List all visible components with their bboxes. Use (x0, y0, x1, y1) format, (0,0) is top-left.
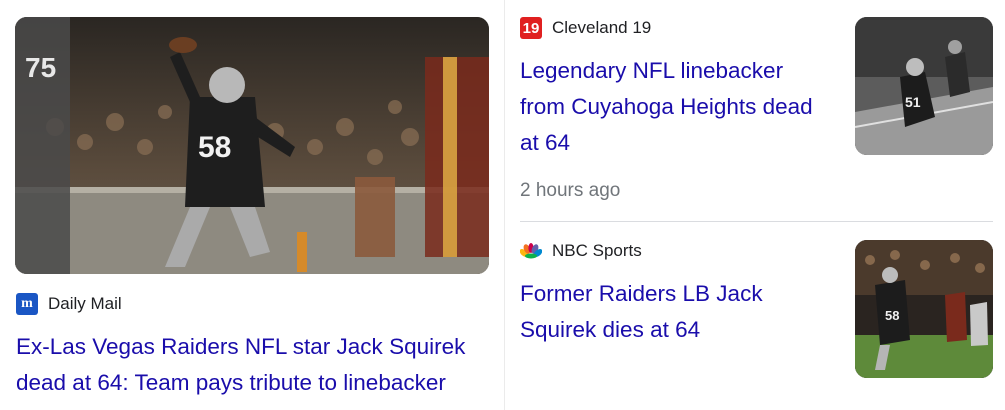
jersey-number: 58 (198, 131, 231, 164)
daily-mail-logo-icon: m (16, 293, 38, 315)
article-title-cleveland-19[interactable]: Legendary NFL linebacker from Cuyahoga H… (520, 53, 820, 161)
article-timestamp: 2 hours ago (520, 180, 621, 201)
article-image-nbc-sports[interactable]: 58 (855, 240, 993, 378)
source-daily-mail: m Daily Mail (16, 293, 122, 315)
source-nbc-sports: NBC Sports (520, 240, 642, 262)
article-card-daily-mail[interactable]: 75 58 m Daily Mail Ex-Las Vegas Raiders … (0, 0, 504, 410)
article-card-cleveland-19[interactable]: 19 Cleveland 19 Legendary NFL linebacker… (505, 0, 1005, 221)
source-name: Cleveland 19 (552, 18, 652, 37)
source-name: Daily Mail (48, 294, 122, 313)
jersey-number: 58 (885, 308, 899, 323)
article-image-cleveland-19[interactable]: 51 (855, 17, 993, 155)
source-cleveland-19: 19 Cleveland 19 (520, 17, 651, 39)
article-image-daily-mail[interactable]: 75 58 (15, 17, 489, 274)
svg-text:75: 75 (25, 52, 56, 83)
cleveland-19-logo-icon: 19 (520, 17, 542, 39)
source-name: NBC Sports (552, 241, 642, 260)
article-title-nbc-sports[interactable]: Former Raiders LB Jack Squirek dies at 6… (520, 276, 820, 348)
article-title-daily-mail[interactable]: Ex-Las Vegas Raiders NFL star Jack Squir… (16, 329, 488, 401)
nbc-peacock-logo-icon (520, 240, 542, 262)
article-card-nbc-sports[interactable]: NBC Sports Former Raiders LB Jack Squire… (505, 222, 1005, 410)
jersey-number: 51 (905, 94, 921, 110)
